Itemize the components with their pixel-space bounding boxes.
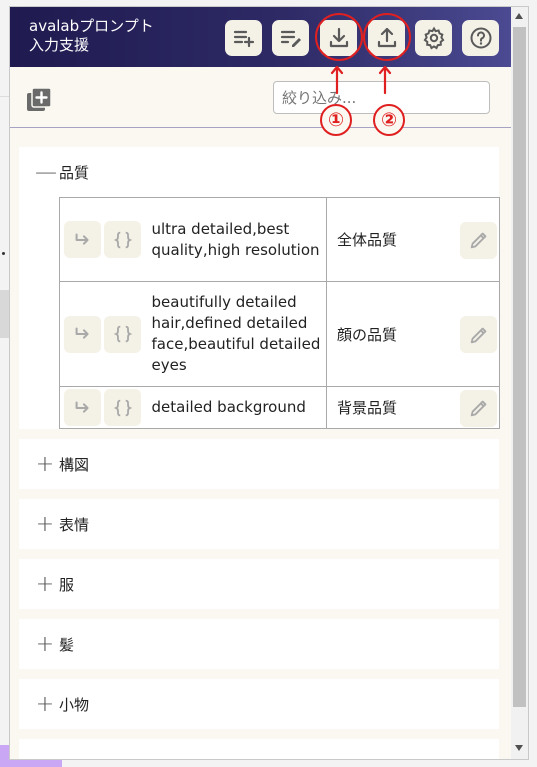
app-title: avalabプロンプト 入力支援 bbox=[29, 17, 154, 54]
edit-button[interactable] bbox=[460, 389, 497, 427]
table-row: beautifully detailed hair,defined detail… bbox=[59, 281, 500, 387]
category-list: — 品質 ultra detailed,best quality,high re… bbox=[10, 128, 511, 759]
section-header-quality[interactable]: — 品質 bbox=[35, 147, 89, 197]
playlist-add-icon bbox=[233, 30, 254, 48]
background-dot bbox=[2, 252, 5, 255]
section-accessories: + 小物 bbox=[19, 679, 499, 729]
section-header-accessories[interactable]: + 小物 bbox=[35, 679, 89, 729]
section-hair: + 髪 bbox=[19, 619, 499, 669]
curly-braces-icon bbox=[113, 325, 132, 343]
prompt-text: detailed background bbox=[147, 386, 327, 429]
redo-arrow-icon bbox=[75, 327, 89, 339]
prompt-name: 顔の品質 bbox=[337, 325, 398, 344]
section-label: 表情 bbox=[59, 515, 90, 534]
bracket-button[interactable] bbox=[104, 315, 141, 353]
edit-note-icon bbox=[280, 30, 301, 47]
insert-button[interactable] bbox=[64, 389, 101, 426]
section-header-hair[interactable]: + 髪 bbox=[35, 619, 74, 669]
prompt-text: ultra detailed,best quality,high resolut… bbox=[147, 197, 327, 282]
prompt-name-cell: 背景品質 bbox=[326, 386, 500, 429]
scroll-up-arrow-icon[interactable] bbox=[515, 13, 523, 19]
insert-button[interactable] bbox=[64, 221, 101, 258]
section-header-expression[interactable]: + 表情 bbox=[35, 499, 89, 549]
prompt-name: 全体品質 bbox=[337, 231, 398, 249]
scrollbar-thumb[interactable] bbox=[513, 27, 526, 707]
pencil-icon bbox=[470, 232, 486, 249]
gear-icon bbox=[423, 26, 444, 50]
row-actions bbox=[59, 386, 148, 429]
curly-braces-icon bbox=[113, 231, 132, 248]
section-composition: + 構図 bbox=[19, 439, 499, 489]
bracket-button[interactable] bbox=[104, 221, 141, 258]
section-label: 構図 bbox=[59, 455, 90, 474]
annotation-circle-download bbox=[315, 13, 363, 61]
help-icon bbox=[470, 27, 491, 49]
table-row: ultra detailed,best quality,high resolut… bbox=[59, 197, 500, 282]
section-header-composition[interactable]: + 構図 bbox=[35, 439, 89, 489]
panel-toolbar bbox=[10, 67, 511, 127]
expand-icon: + bbox=[35, 451, 55, 477]
panel-header: avalabプロンプト 入力支援 bbox=[10, 7, 511, 67]
redo-arrow-icon bbox=[75, 400, 89, 413]
redo-arrow-icon bbox=[75, 232, 89, 245]
bracket-button[interactable] bbox=[104, 389, 141, 426]
row-actions bbox=[59, 197, 148, 282]
help-button[interactable] bbox=[462, 20, 499, 56]
curly-braces-icon bbox=[113, 399, 132, 416]
prompt-name-cell: 顔の品質 bbox=[326, 281, 500, 387]
table-row: detailed background 背景品質 bbox=[59, 386, 500, 429]
annotation-arrow-up-icon bbox=[378, 65, 392, 94]
expand-icon: + bbox=[35, 511, 55, 537]
pencil-icon bbox=[470, 327, 486, 343]
annotation-number-2: ② bbox=[373, 104, 405, 136]
prompt-table: ultra detailed,best quality,high resolut… bbox=[59, 197, 500, 429]
section-quality: — 品質 ultra detailed,best quality,high re… bbox=[19, 147, 500, 429]
prompt-name-cell: 全体品質 bbox=[326, 197, 500, 282]
scrollbar[interactable] bbox=[511, 7, 528, 759]
edit-button[interactable] bbox=[460, 316, 497, 353]
section-clothes: + 服 bbox=[19, 559, 499, 609]
prompt-text: beautifully detailed hair,defined detail… bbox=[147, 281, 327, 387]
edit-note-button[interactable] bbox=[272, 20, 309, 56]
pencil-icon bbox=[470, 400, 486, 417]
edit-button[interactable] bbox=[460, 221, 497, 259]
section-label: 服 bbox=[59, 575, 75, 594]
section-label: 髪 bbox=[59, 635, 75, 654]
expand-icon: + bbox=[35, 631, 55, 657]
section-label: 小物 bbox=[59, 695, 90, 714]
scroll-down-arrow-icon[interactable] bbox=[515, 745, 523, 751]
add-list-button[interactable] bbox=[225, 20, 262, 56]
prompt-name: 背景品質 bbox=[337, 399, 398, 417]
insert-button[interactable] bbox=[64, 315, 101, 353]
expand-icon: + bbox=[35, 571, 55, 597]
add-category-icon[interactable] bbox=[26, 87, 52, 113]
prompt-assist-panel: avalabプロンプト 入力支援 — bbox=[9, 6, 529, 760]
row-actions bbox=[59, 281, 148, 387]
section-partial bbox=[19, 739, 499, 759]
expand-icon: + bbox=[35, 691, 55, 717]
settings-button[interactable] bbox=[415, 20, 452, 56]
annotation-arrow-up-icon bbox=[330, 65, 344, 94]
section-label: 品質 bbox=[59, 163, 90, 182]
section-header-clothes[interactable]: + 服 bbox=[35, 559, 74, 609]
collapse-icon: — bbox=[35, 159, 57, 185]
annotation-circle-upload bbox=[363, 13, 411, 61]
annotation-number-1: ① bbox=[320, 104, 352, 136]
section-expression: + 表情 bbox=[19, 499, 499, 549]
